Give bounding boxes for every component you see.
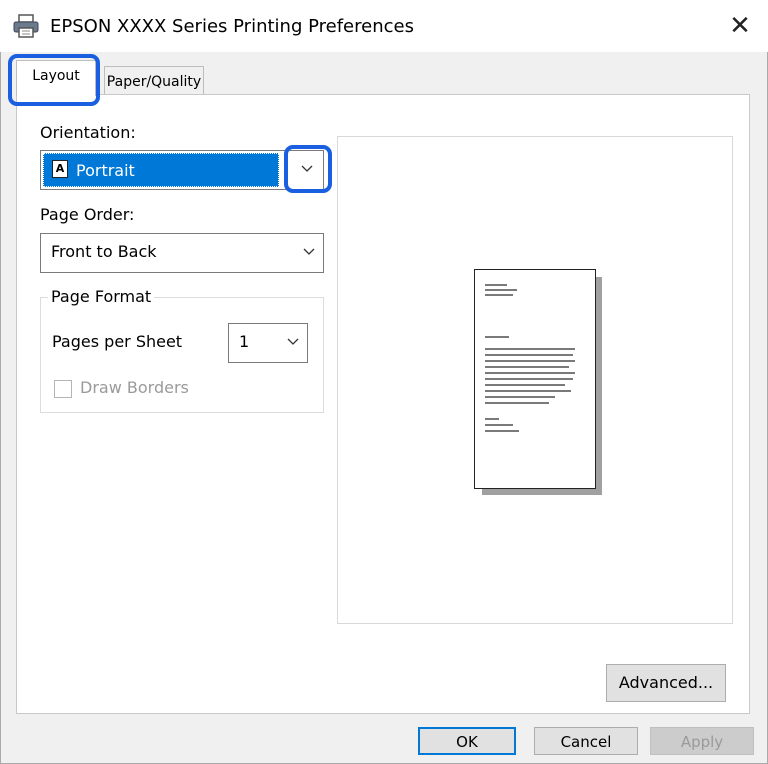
orientation-select[interactable]: A Portrait [40,150,324,190]
orientation-label: Orientation: [40,123,136,142]
preview-text-line [485,360,575,362]
chevron-down-icon[interactable] [303,234,315,272]
page-format-group-title: Page Format [48,287,155,306]
preview-text-line [485,396,555,398]
orientation-selected-value: A Portrait [43,153,279,187]
preview-text-line [485,354,573,356]
draw-borders-checkbox[interactable] [54,380,72,398]
preview-page [474,269,596,489]
portrait-page-icon: A [52,160,68,178]
apply-button[interactable]: Apply [650,727,754,755]
pages-per-sheet-label: Pages per Sheet [52,332,183,351]
orientation-value: Portrait [76,161,135,180]
pages-per-sheet-select[interactable]: 1 [228,323,308,363]
preview-text-line [485,390,571,392]
tab-paper-quality-label: Paper/Quality [106,74,202,90]
page-order-select[interactable]: Front to Back [40,233,324,273]
preview-text-line [485,402,549,404]
advanced-button[interactable]: Advanced... [606,664,726,702]
preview-text-line [485,348,575,350]
window-title: EPSON XXXX Series Printing Preferences [50,16,414,37]
close-icon[interactable]: ✕ [722,10,758,42]
page-order-label: Page Order: [40,205,135,224]
chevron-down-icon[interactable] [301,151,313,189]
cancel-button[interactable]: Cancel [534,727,638,755]
preview-text-line [485,366,569,368]
page-order-value: Front to Back [51,242,157,261]
printer-icon [12,14,40,38]
preview-text-line [485,336,509,338]
preview-text-line [485,418,499,420]
preview-text-line [485,378,573,380]
tab-layout-label: Layout [32,68,80,84]
preview-text-line [485,289,517,291]
draw-borders-label: Draw Borders [80,378,189,397]
preview-text-line [485,372,575,374]
apply-button-label: Apply [680,733,724,751]
advanced-button-label: Advanced... [618,673,714,692]
chevron-down-icon[interactable] [287,324,299,362]
preview-text-line [485,430,519,432]
preview-text-line [485,424,513,426]
ok-button-label: OK [456,733,478,751]
pages-per-sheet-value: 1 [239,332,250,351]
ok-button[interactable]: OK [418,727,516,755]
cancel-button-label: Cancel [560,733,612,751]
tab-layout[interactable]: Layout [16,60,96,96]
preview-text-line [485,384,565,386]
preview-text-line [485,284,507,286]
tab-paper-quality[interactable]: Paper/Quality [104,66,204,96]
title-bar: EPSON XXXX Series Printing Preferences ✕ [0,0,768,52]
preview-text-line [485,294,513,296]
